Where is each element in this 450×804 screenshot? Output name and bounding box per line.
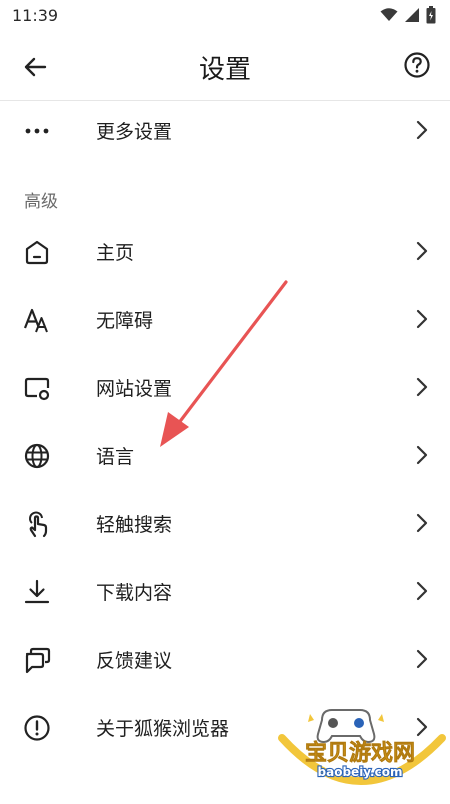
status-icons <box>380 6 436 24</box>
chevron-right-icon <box>416 581 428 601</box>
watermark-url: baobeiy.com <box>318 765 403 779</box>
chevron-right-icon <box>416 120 428 140</box>
watermark-logo: 宝贝游戏网 baobeiy.com <box>270 692 450 800</box>
settings-item-language[interactable]: 语言 <box>0 425 450 485</box>
app-bar: 设置 <box>0 32 450 101</box>
watermark-badge: 宝贝游戏网 baobeiy.com <box>278 709 446 785</box>
download-icon <box>24 579 50 604</box>
chevron-right-icon <box>416 445 428 465</box>
chevron-right-icon <box>416 513 428 533</box>
settings-item-more[interactable]: 更多设置 <box>0 100 450 160</box>
page-title: 设置 <box>198 55 251 85</box>
settings-item-site-settings[interactable]: 网站设置 <box>0 357 450 417</box>
globe-icon <box>24 443 50 469</box>
status-bar: 11:39 <box>0 0 450 32</box>
settings-item-touch-search[interactable]: 轻触搜索 <box>0 493 450 553</box>
text-size-icon <box>23 308 48 333</box>
chevron-right-icon <box>416 377 428 397</box>
wifi-icon <box>380 8 398 21</box>
settings-item-home[interactable]: 主页 <box>0 221 450 281</box>
settings-item-label: 轻触搜索 <box>96 514 173 536</box>
watermark-title: 宝贝游戏网 <box>305 740 415 766</box>
chevron-right-icon <box>416 649 428 669</box>
settings-item-label: 更多设置 <box>96 121 173 143</box>
settings-item-downloads[interactable]: 下载内容 <box>0 561 450 621</box>
battery-icon <box>426 6 436 24</box>
chevron-right-icon <box>416 241 428 261</box>
settings-item-label: 无障碍 <box>96 310 154 332</box>
settings-item-accessibility[interactable]: 无障碍 <box>0 289 450 349</box>
chevron-right-icon <box>416 309 428 329</box>
touch-icon <box>29 511 48 538</box>
help-circle-icon[interactable] <box>402 50 432 80</box>
settings-item-label: 下载内容 <box>96 582 173 604</box>
settings-item-label: 关于狐猴浏览器 <box>96 718 230 740</box>
site-settings-icon <box>24 377 50 401</box>
settings-item-label: 反馈建议 <box>96 650 173 672</box>
home-icon <box>25 240 49 265</box>
section-header-advanced: 高级 <box>24 192 58 212</box>
signal-icon <box>405 8 419 22</box>
settings-item-label: 语言 <box>96 446 135 468</box>
gamepad-icon <box>308 709 384 744</box>
settings-item-label: 主页 <box>96 242 135 264</box>
settings-item-label: 网站设置 <box>96 378 173 400</box>
status-time: 11:39 <box>12 6 59 25</box>
feedback-icon <box>25 647 51 674</box>
settings-item-feedback[interactable]: 反馈建议 <box>0 629 450 689</box>
info-icon <box>24 715 50 741</box>
more-dots-icon <box>25 128 49 134</box>
